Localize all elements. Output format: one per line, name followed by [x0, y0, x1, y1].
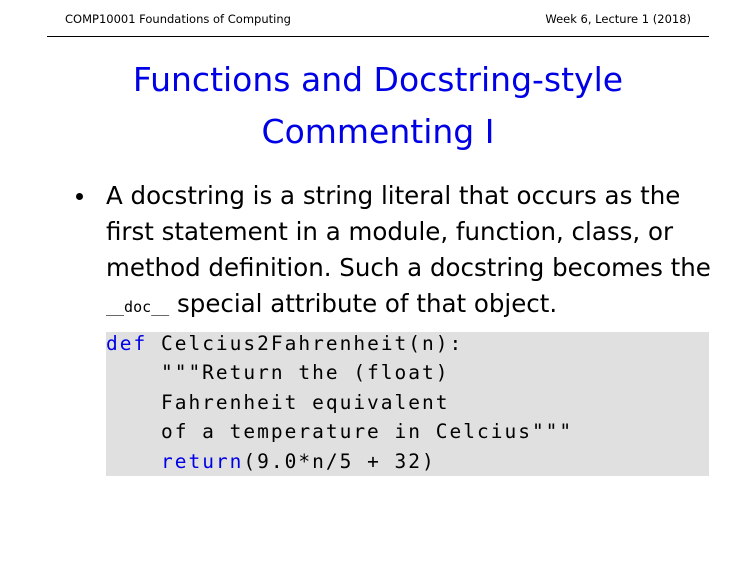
bullet-line-4: __doc__ special attribute of that object… — [106, 286, 716, 325]
code-line-1: def Celcius2Fahrenheit(n): — [106, 332, 463, 356]
doc-attribute: __doc__ — [106, 298, 170, 316]
bullet-line-3: method definition. Such a docstring beco… — [106, 253, 711, 282]
code-line-2: """Return the (float) — [106, 361, 450, 384]
bullet-text: A docstring is a string literal that occ… — [106, 178, 716, 325]
code-line-5: return(9.0*n/5 + 32) — [106, 450, 436, 474]
course-title: COMP10001 Foundations of Computing — [65, 12, 291, 26]
slide-title-line-1: Functions and Docstring-style — [132, 60, 624, 99]
keyword-def: def — [106, 332, 148, 355]
bullet-line-4-rest: special attribute of that object. — [169, 289, 558, 318]
code-block: def Celcius2Fahrenheit(n): """Return the… — [106, 332, 709, 476]
slide-header: COMP10001 Foundations of Computing Week … — [47, 0, 709, 37]
slide-title: Functions and Docstring-style Commenting… — [0, 54, 756, 158]
code-line-5-rest: (9.0*n/5 + 32) — [243, 450, 436, 473]
bullet-line-1: A docstring is a string literal that occ… — [106, 181, 681, 210]
code-line-3: Fahrenheit equivalent — [106, 391, 450, 414]
slide-title-line-2: Commenting I — [261, 112, 495, 151]
bullet-icon — [76, 193, 83, 200]
code-line-4: of a temperature in Celcius""" — [106, 420, 574, 443]
code-line-1-rest: Celcius2Fahrenheit(n): — [147, 332, 464, 355]
bullet-line-2: first statement in a module, function, c… — [106, 217, 674, 246]
keyword-return: return — [160, 450, 244, 473]
lecture-info: Week 6, Lecture 1 (2018) — [545, 12, 691, 26]
